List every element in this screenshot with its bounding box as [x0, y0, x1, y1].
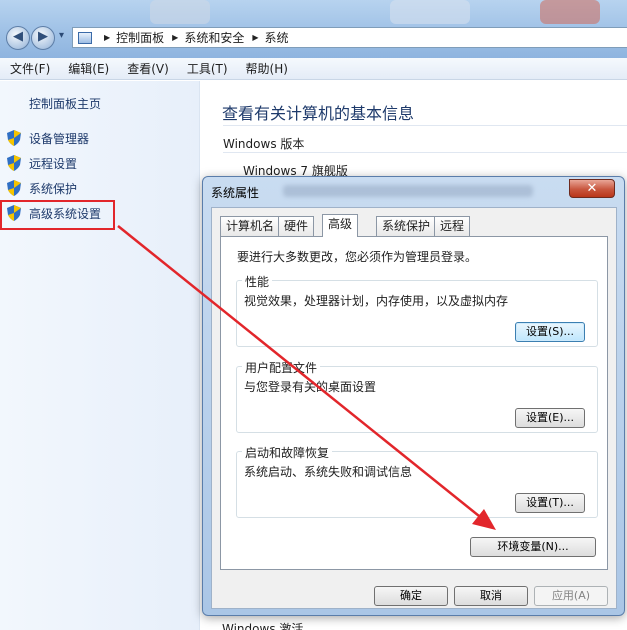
- startup-recovery-group: 启动和故障恢复 系统启动、系统失败和调试信息 设置(T)...: [236, 444, 598, 518]
- forward-arrow-icon: ▶: [38, 29, 48, 44]
- control-panel-icon: [78, 31, 92, 44]
- history-dropdown-icon[interactable]: ▾: [59, 30, 64, 41]
- user-profiles-group: 用户配置文件 与您登录有关的桌面设置 设置(E)...: [236, 359, 598, 433]
- sidebar-item-system-protection[interactable]: 系统保护: [7, 179, 77, 197]
- apply-button[interactable]: 应用(A): [534, 586, 608, 606]
- sidebar-item-label: 系统保护: [29, 181, 78, 196]
- menu-help[interactable]: 帮助(H): [236, 60, 296, 77]
- chevron-right-icon: ▶: [172, 33, 179, 42]
- uac-shield-icon: [7, 130, 21, 146]
- menu-file[interactable]: 文件(F): [0, 60, 58, 77]
- windows-version-heading: Windows 版本: [223, 137, 305, 151]
- tab-system-protection[interactable]: 系统保护: [376, 216, 437, 236]
- chevron-right-icon: ▶: [104, 33, 111, 42]
- tab-hardware[interactable]: 硬件: [278, 216, 315, 236]
- group-legend: 性能: [242, 273, 273, 290]
- forward-button[interactable]: ▶: [31, 26, 55, 50]
- user-profiles-settings-button[interactable]: 设置(E)...: [515, 408, 585, 428]
- tab-computer-name[interactable]: 计算机名: [220, 216, 281, 236]
- performance-settings-button[interactable]: 设置(S)...: [515, 322, 585, 342]
- menu-bar: 文件(F) 编辑(E) 查看(V) 工具(T) 帮助(H): [0, 58, 627, 80]
- address-bar[interactable]: ▶ 控制面板 ▶ 系统和安全 ▶ 系统: [72, 27, 627, 48]
- blurred-background: [283, 185, 533, 197]
- annotation-highlight-box: [0, 200, 115, 230]
- sidebar-item-remote-settings[interactable]: 远程设置: [7, 154, 77, 172]
- sidebar-item-label: 远程设置: [29, 156, 78, 171]
- divider: [223, 152, 627, 153]
- sidebar-item-label: 设备管理器: [29, 131, 90, 146]
- dialog-client-area: 计算机名 硬件 高级 系统保护 远程 要进行大多数更改，您必须作为管理员登录。 …: [211, 207, 617, 609]
- ok-button[interactable]: 确定: [374, 586, 448, 606]
- menu-edit[interactable]: 编辑(E): [58, 60, 117, 77]
- breadcrumb-system-security[interactable]: 系统和安全: [184, 29, 244, 46]
- sidebar-item-device-manager[interactable]: 设备管理器: [7, 129, 89, 147]
- admin-notice: 要进行大多数更改，您必须作为管理员登录。: [237, 250, 478, 264]
- group-description: 系统启动、系统失败和调试信息: [244, 465, 413, 479]
- tab-advanced[interactable]: 高级: [322, 214, 359, 237]
- performance-group: 性能 视觉效果，处理器计划，内存使用，以及虚拟内存 设置(S)...: [236, 273, 598, 347]
- group-description: 视觉效果，处理器计划，内存使用，以及虚拟内存: [244, 294, 509, 308]
- close-button[interactable]: ✕: [569, 179, 615, 198]
- breadcrumb-control-panel[interactable]: 控制面板: [116, 29, 164, 46]
- group-description: 与您登录有关的桌面设置: [244, 380, 377, 394]
- group-legend: 用户配置文件: [242, 359, 321, 376]
- page-title: 查看有关计算机的基本信息: [222, 104, 415, 123]
- startup-recovery-settings-button[interactable]: 设置(T)...: [515, 493, 585, 513]
- sidebar: 控制面板主页 设备管理器 远程设置 系统保护 高级系统设置: [0, 81, 200, 630]
- control-panel-home-link[interactable]: 控制面板主页: [29, 95, 101, 112]
- tab-panel-advanced: 要进行大多数更改，您必须作为管理员登录。 性能 视觉效果，处理器计划，内存使用，…: [220, 236, 608, 570]
- uac-shield-icon: [7, 155, 21, 171]
- window-chrome: ◀ ▶ ▾ ▶ 控制面板 ▶ 系统和安全 ▶ 系统: [0, 0, 627, 58]
- system-properties-dialog: 系统属性 ✕ 计算机名 硬件 高级 系统保护 远程 要进行大多数更改，您必须作为…: [202, 176, 625, 616]
- dialog-title: 系统属性: [211, 186, 260, 200]
- breadcrumb-system[interactable]: 系统: [265, 29, 289, 46]
- chevron-right-icon: ▶: [252, 33, 259, 42]
- close-icon: ✕: [586, 181, 598, 196]
- cancel-button[interactable]: 取消: [454, 586, 528, 606]
- environment-variables-button[interactable]: 环境变量(N)...: [470, 537, 596, 557]
- menu-view[interactable]: 查看(V): [117, 60, 177, 77]
- menu-tools[interactable]: 工具(T): [177, 60, 236, 77]
- back-button[interactable]: ◀: [6, 26, 30, 50]
- divider: [223, 125, 627, 126]
- uac-shield-icon: [7, 180, 21, 196]
- back-arrow-icon: ◀: [13, 29, 23, 44]
- windows-activation-heading: Windows 激活: [222, 622, 304, 630]
- group-legend: 启动和故障恢复: [242, 444, 333, 461]
- tab-remote[interactable]: 远程: [434, 216, 471, 236]
